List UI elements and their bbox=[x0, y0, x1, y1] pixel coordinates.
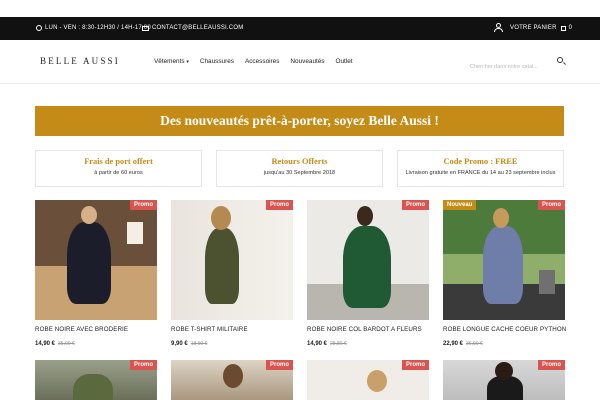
info-box-promo-code: Code Promo : FREE Livraison gratuite en … bbox=[397, 150, 564, 187]
site-logo[interactable]: BELLE AUSSI bbox=[40, 56, 120, 66]
current-price: 9,90 € bbox=[171, 341, 188, 347]
product-name[interactable]: ROBE LONGUE CACHE COEUR PYTHON bbox=[443, 326, 566, 333]
product-image[interactable]: Promo bbox=[35, 360, 157, 400]
opening-hours-text: LUN - VEN : 8:30-12H30 / 14H-17:00 bbox=[45, 25, 151, 31]
product-image[interactable]: Promo bbox=[35, 200, 157, 320]
info-box-subtitle: Livraison gratuite en FRANCE du 14 au 23… bbox=[405, 170, 556, 176]
product-photo bbox=[307, 200, 429, 320]
product-photo bbox=[35, 200, 157, 320]
contact-email-text[interactable]: CONTACT@BELLEAUSSI.COM bbox=[152, 25, 243, 31]
main-nav: Vêtements ▾ Chaussures Accessoires Nouve… bbox=[154, 58, 353, 65]
product-photo bbox=[443, 200, 565, 320]
info-box-title: Retours Offerts bbox=[271, 157, 328, 166]
product-photo bbox=[171, 200, 293, 320]
product-card[interactable]: Nouveau Promo ROBE LONGUE CACHE COEUR PY… bbox=[443, 200, 566, 347]
info-box-subtitle: jusqu'au 30 Septembre 2018 bbox=[263, 170, 336, 176]
product-price: 14,90 €28,80 € bbox=[307, 341, 429, 347]
chevron-down-icon: ▾ bbox=[186, 59, 189, 65]
promo-badge: Promo bbox=[129, 200, 157, 210]
old-price: 35,00 € bbox=[58, 341, 75, 347]
product-name[interactable]: ROBE NOIRE AVEC BRODERIE bbox=[35, 326, 157, 333]
product-card[interactable]: Promo bbox=[307, 360, 429, 400]
current-price: 22,90 € bbox=[443, 341, 464, 347]
nav-item-vetements[interactable]: Vêtements ▾ bbox=[154, 58, 189, 65]
product-image[interactable]: Promo bbox=[307, 360, 429, 400]
product-card[interactable]: Promo ROBE T-SHIRT MILITAIRE 9,90 €18,90… bbox=[171, 200, 293, 347]
current-price: 14,90 € bbox=[307, 341, 328, 347]
product-card[interactable]: Promo ROBE NOIRE AVEC BRODERIE 14,90 €35… bbox=[35, 200, 157, 347]
old-price: 36,90 € bbox=[466, 341, 483, 347]
product-price: 22,90 €36,90 € bbox=[443, 341, 565, 347]
promo-banner: Des nouveautés prêt-à-porter, soyez Bell… bbox=[35, 106, 564, 136]
old-price: 28,80 € bbox=[330, 341, 347, 347]
product-card[interactable]: Promo bbox=[443, 360, 565, 400]
promo-badge: Promo bbox=[265, 360, 293, 370]
nav-item-nouveautes[interactable]: Nouveautés bbox=[290, 58, 324, 65]
top-bar: LUN - VEN : 8:30-12H30 / 14H-17:00 CONTA… bbox=[0, 17, 600, 40]
promo-badge: Promo bbox=[537, 360, 565, 370]
info-box-title: Code Promo : FREE bbox=[443, 157, 518, 166]
search-icon[interactable] bbox=[557, 57, 563, 63]
cart-label[interactable]: VOTRE PANIER bbox=[510, 25, 557, 31]
mail-icon bbox=[142, 25, 149, 31]
product-card[interactable]: Promo bbox=[35, 360, 157, 400]
product-name[interactable]: ROBE NOIRE COL BARDOT A FLEURS bbox=[307, 326, 429, 333]
cart-link[interactable]: VOTRE PANIER 0 bbox=[510, 25, 572, 31]
cart-count: 0 bbox=[568, 25, 573, 31]
promo-badge: Promo bbox=[265, 200, 293, 210]
opening-hours: LUN - VEN : 8:30-12H30 / 14H-17:00 bbox=[36, 25, 151, 31]
product-image[interactable]: Promo bbox=[443, 360, 565, 400]
product-image[interactable]: Promo bbox=[307, 200, 429, 320]
search-bar bbox=[470, 55, 570, 73]
product-price: 9,90 €18,90 € bbox=[171, 341, 293, 347]
promo-badge: Promo bbox=[129, 360, 157, 370]
search-input[interactable] bbox=[470, 61, 554, 73]
product-image[interactable]: Promo bbox=[171, 200, 293, 320]
promo-badge: Promo bbox=[537, 200, 565, 210]
new-badge: Nouveau bbox=[443, 200, 477, 210]
info-box-title: Frais de port offert bbox=[84, 157, 153, 166]
user-icon[interactable] bbox=[494, 23, 503, 32]
clock-icon bbox=[36, 25, 42, 31]
nav-item-accessoires[interactable]: Accessoires bbox=[245, 58, 279, 65]
account-link[interactable] bbox=[494, 23, 503, 32]
promo-badge: Promo bbox=[401, 200, 429, 210]
product-card[interactable]: Promo ROBE NOIRE COL BARDOT A FLEURS 14,… bbox=[307, 200, 429, 347]
current-price: 14,90 € bbox=[35, 341, 56, 347]
contact-email[interactable]: CONTACT@BELLEAUSSI.COM bbox=[142, 25, 243, 31]
old-price: 18,90 € bbox=[190, 341, 208, 347]
product-price: 14,90 €35,00 € bbox=[35, 341, 157, 347]
product-image[interactable]: Nouveau Promo bbox=[443, 200, 565, 320]
product-image[interactable]: Promo bbox=[171, 360, 293, 400]
shopping-bag-icon[interactable] bbox=[560, 25, 566, 31]
nav-item-chaussures[interactable]: Chaussures bbox=[200, 58, 234, 65]
info-box-shipping: Frais de port offert à partir de 60 euro… bbox=[35, 150, 202, 187]
site-header: BELLE AUSSI Vêtements ▾ Chaussures Acces… bbox=[0, 40, 600, 84]
nav-item-outlet[interactable]: Outlet bbox=[336, 58, 353, 65]
product-card[interactable]: Promo bbox=[171, 360, 293, 400]
info-box-subtitle: à partir de 60 euros bbox=[94, 170, 143, 176]
promo-badge: Promo bbox=[401, 360, 429, 370]
product-name[interactable]: ROBE T-SHIRT MILITAIRE bbox=[171, 326, 293, 333]
info-box-returns: Retours Offerts jusqu'au 30 Septembre 20… bbox=[216, 150, 383, 187]
